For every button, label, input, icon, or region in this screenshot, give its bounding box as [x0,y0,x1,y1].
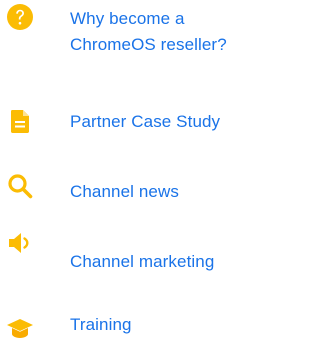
nav-item-channel-marketing[interactable]: Channel marketing [0,223,271,271]
nav-item-label: Channel marketing [70,252,215,271]
nav-item-training[interactable]: Training [0,306,271,343]
nav-item-label: Channel news [70,182,179,201]
nav-item-label: Training [70,315,132,334]
resource-nav-list: Why become a ChromeOS reseller? Partner … [0,0,271,343]
help-circle-icon [6,3,34,31]
nav-item-channel-news[interactable]: Channel news [0,172,271,216]
nav-item-label: Why become a ChromeOS reseller? [70,9,227,54]
graduation-cap-icon [6,315,34,343]
nav-item-why-become-reseller[interactable]: Why become a ChromeOS reseller? [0,0,271,60]
search-icon [6,172,34,200]
document-icon [6,107,34,135]
nav-item-label: Partner Case Study [70,112,221,131]
speaker-icon [6,229,34,257]
nav-item-partner-case-study[interactable]: Partner Case Study [0,100,271,144]
